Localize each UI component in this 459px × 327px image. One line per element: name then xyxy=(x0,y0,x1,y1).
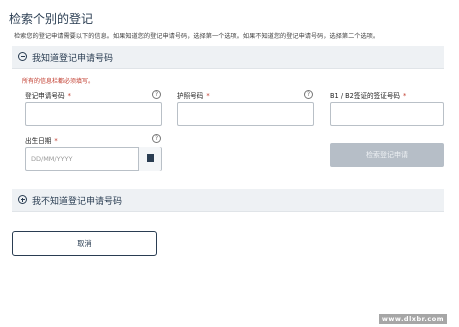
search-application-button[interactable]: 检索登记申请 xyxy=(330,143,444,167)
section-unknown-number-header[interactable]: 我不知道登记申请号码 xyxy=(12,189,444,212)
minus-circle-icon xyxy=(18,52,27,61)
required-asterisk: * xyxy=(67,92,71,100)
section-known-number-header[interactable]: 我知道登记申请号码 xyxy=(12,46,444,69)
section-unknown-number-label: 我不知道登记申请号码 xyxy=(32,197,123,207)
passport-number-input[interactable] xyxy=(177,102,314,126)
page-title: 检索个别的登记 xyxy=(9,12,94,26)
page-intro: 检索您的登记申请需要以下的信息。如果知道您的登记申请号码，选择第一个选项。如果不… xyxy=(14,33,380,40)
visa-number-label: B1 / B2签证的签证号码 * xyxy=(330,92,407,100)
passport-label: 护照号码 * xyxy=(177,92,210,100)
required-asterisk: * xyxy=(206,92,210,100)
app-number-input[interactable] xyxy=(25,102,162,126)
watermark: www.dlxbr.com xyxy=(378,314,447,324)
visa-number-input[interactable] xyxy=(330,102,444,126)
calendar-button[interactable] xyxy=(138,147,161,171)
question-circle-icon[interactable]: ? xyxy=(304,90,313,99)
question-circle-icon[interactable]: ? xyxy=(152,90,161,99)
section-known-number-label: 我知道登记申请号码 xyxy=(32,54,114,64)
app-number-label: 登记申请号码 * xyxy=(25,92,71,100)
calendar-icon xyxy=(147,155,154,162)
question-circle-icon[interactable]: ? xyxy=(152,134,161,143)
required-asterisk: * xyxy=(54,137,58,145)
dob-label: 出生日期 * xyxy=(25,137,58,145)
required-note: 所有的信息栏都必须填写。 xyxy=(22,78,95,85)
plus-circle-icon xyxy=(18,195,27,204)
cancel-button[interactable]: 取消 xyxy=(12,231,157,256)
required-asterisk: * xyxy=(403,92,407,100)
